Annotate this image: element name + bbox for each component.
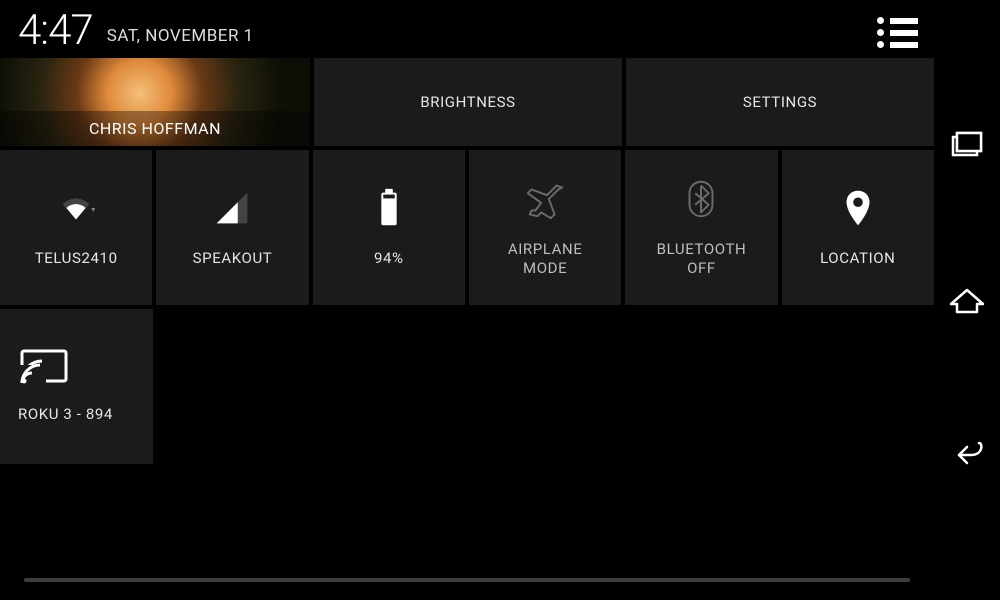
bluetooth-label: BLUETOOTH OFF <box>657 240 747 278</box>
battery-label: 94% <box>374 249 404 268</box>
status-bar: 4:47 SAT, NOVEMBER 1 <box>0 0 934 58</box>
airplane-label: AIRPLANE MODE <box>508 240 583 278</box>
panel-handle[interactable] <box>24 578 910 582</box>
cast-tile[interactable]: ROKU 3 - 894 <box>0 309 153 464</box>
navigation-bar <box>934 0 1000 600</box>
settings-tile[interactable]: SETTINGS <box>626 58 934 146</box>
wifi-tile[interactable]: TELUS2410 <box>0 150 152 305</box>
location-tile[interactable]: LOCATION <box>782 150 934 305</box>
cast-icon <box>18 347 70 387</box>
recent-apps-button[interactable] <box>944 124 990 170</box>
wifi-label: TELUS2410 <box>35 249 118 268</box>
bluetooth-tile[interactable]: BLUETOOTH OFF <box>625 150 777 305</box>
location-label: LOCATION <box>820 249 895 268</box>
user-tile[interactable]: CHRIS HOFFMAN <box>0 58 310 146</box>
wifi-icon <box>53 185 99 231</box>
settings-label: SETTINGS <box>743 93 817 112</box>
clock: 4:47 <box>18 10 93 52</box>
battery-icon <box>366 185 412 231</box>
home-button[interactable] <box>944 277 990 323</box>
cast-label: ROKU 3 - 894 <box>18 405 113 424</box>
bluetooth-icon <box>678 176 724 222</box>
user-name-label: CHRIS HOFFMAN <box>10 119 300 138</box>
location-pin-icon <box>835 185 881 231</box>
tile-row-1: CHRIS HOFFMAN BRIGHTNESS SETTINGS <box>0 58 934 146</box>
tile-row-3: ROKU 3 - 894 <box>0 309 934 464</box>
brightness-label: BRIGHTNESS <box>420 93 515 112</box>
battery-tile[interactable]: 94% <box>313 150 465 305</box>
back-button[interactable] <box>944 430 990 476</box>
quick-settings-content: 4:47 SAT, NOVEMBER 1 CHRIS HOFFMAN BRIGH… <box>0 0 934 600</box>
airplane-mode-tile[interactable]: AIRPLANE MODE <box>469 150 621 305</box>
cellular-tile[interactable]: SPEAKOUT <box>156 150 308 305</box>
date: SAT, NOVEMBER 1 <box>107 26 254 46</box>
cellular-signal-icon <box>209 185 255 231</box>
airplane-icon <box>522 176 568 222</box>
brightness-tile[interactable]: BRIGHTNESS <box>314 58 622 146</box>
quick-settings-panel: CHRIS HOFFMAN BRIGHTNESS SETTINGS <box>0 58 934 468</box>
tile-row-2: TELUS2410 SPEAKOUT <box>0 150 934 305</box>
cellular-label: SPEAKOUT <box>193 249 273 268</box>
notifications-toggle-icon[interactable] <box>877 17 918 48</box>
screen: 4:47 SAT, NOVEMBER 1 CHRIS HOFFMAN BRIGH… <box>0 0 1000 600</box>
